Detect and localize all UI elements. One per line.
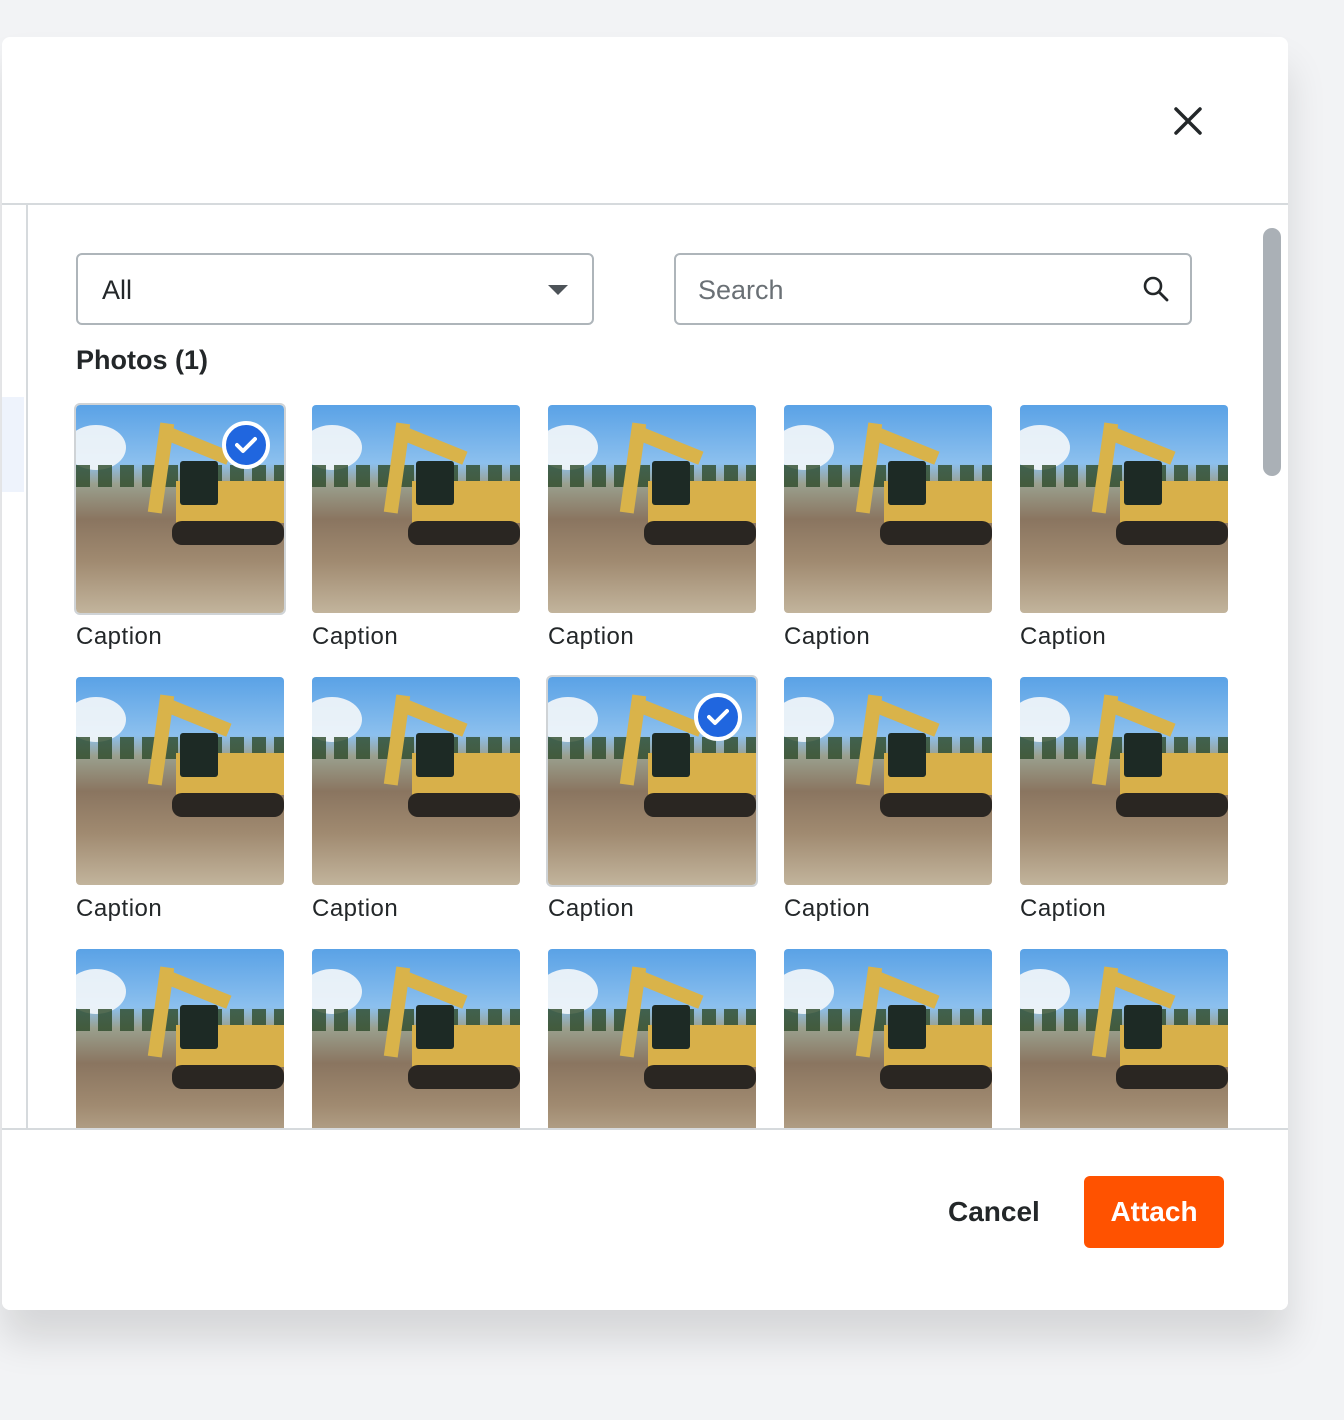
- caret-down-icon: [548, 285, 568, 295]
- photo-tile[interactable]: Caption: [548, 405, 756, 677]
- photo-tile[interactable]: Caption: [312, 405, 520, 677]
- photo-thumbnail: [548, 949, 756, 1128]
- photo-tile[interactable]: Caption: [546, 675, 758, 949]
- photo-tile[interactable]: [548, 949, 756, 1128]
- modal-body: All Search Photos (1) Caption Caption Capt…: [2, 205, 1288, 1128]
- divider: [26, 205, 28, 1128]
- search-placeholder: Search: [698, 275, 784, 305]
- section-title: Photos (1): [76, 345, 208, 375]
- photo-thumbnail: [784, 949, 992, 1128]
- photo-caption: Caption: [784, 623, 871, 650]
- photo-thumbnail: [312, 405, 520, 613]
- photo-thumbnail: [1020, 677, 1228, 885]
- photo-caption: Caption: [312, 623, 399, 650]
- modal-footer: Cancel Attach: [2, 1128, 1288, 1310]
- photo-caption: Caption: [548, 895, 635, 922]
- photo-tile[interactable]: Caption: [1020, 677, 1228, 949]
- filter-dropdown[interactable]: All: [76, 253, 594, 325]
- modal-header: [2, 37, 1288, 205]
- photo-caption: Caption: [1020, 895, 1107, 922]
- photo-tile[interactable]: Caption: [76, 677, 284, 949]
- photo-thumbnail: [76, 677, 284, 885]
- filter-value: All: [102, 275, 133, 305]
- photo-tile[interactable]: [784, 949, 992, 1128]
- photo-grid: Caption Caption Caption Caption Caption Capti…: [74, 403, 1228, 1128]
- photo-tile[interactable]: [1020, 949, 1228, 1128]
- photo-thumbnail: [784, 405, 992, 613]
- search-icon: [1143, 276, 1169, 302]
- checkmark-icon[interactable]: [222, 421, 270, 469]
- photo-thumbnail: [312, 677, 520, 885]
- photo-thumbnail: [1020, 405, 1228, 613]
- scrollbar-thumb[interactable]: [1263, 228, 1281, 476]
- photo-thumbnail: [548, 405, 756, 613]
- photo-tile[interactable]: Caption: [312, 677, 520, 949]
- photo-thumbnail: [784, 677, 992, 885]
- attach-photos-modal: All Search Photos (1) Caption Caption Capt…: [2, 37, 1288, 1310]
- attach-button[interactable]: Attach: [1084, 1176, 1224, 1248]
- photo-tile[interactable]: [312, 949, 520, 1128]
- side-highlight: [2, 397, 24, 492]
- photo-caption: Caption: [76, 623, 163, 650]
- photo-caption: Caption: [548, 623, 635, 650]
- cancel-button[interactable]: Cancel: [948, 1196, 1040, 1228]
- checkmark-icon[interactable]: [694, 693, 742, 741]
- photo-tile[interactable]: [76, 949, 284, 1128]
- photo-caption: Caption: [76, 895, 163, 922]
- photo-tile[interactable]: Caption: [1020, 405, 1228, 677]
- photo-caption: Caption: [1020, 623, 1107, 650]
- photo-tile[interactable]: Caption: [74, 403, 286, 677]
- photo-tile[interactable]: Caption: [784, 677, 992, 949]
- photo-caption: Caption: [784, 895, 871, 922]
- photo-caption: Caption: [312, 895, 399, 922]
- scrollbar[interactable]: [1256, 205, 1288, 1128]
- photo-thumbnail: [76, 949, 284, 1128]
- search-input[interactable]: Search: [674, 253, 1192, 325]
- photo-thumbnail: [1020, 949, 1228, 1128]
- photo-thumbnail: [312, 949, 520, 1128]
- photo-tile[interactable]: Caption: [784, 405, 992, 677]
- close-icon[interactable]: [1170, 103, 1206, 139]
